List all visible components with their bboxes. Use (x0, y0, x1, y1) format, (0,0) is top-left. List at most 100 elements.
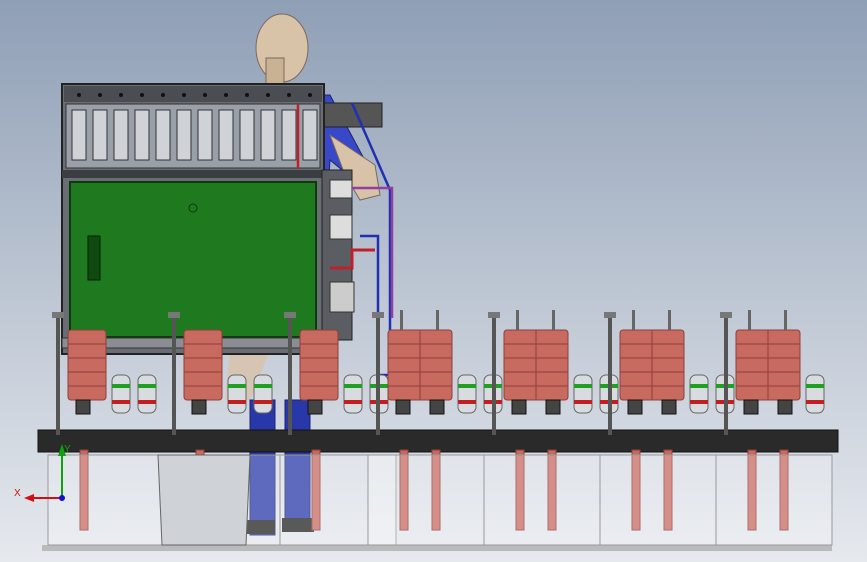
hose-purple (352, 186, 394, 318)
rivet-icon (224, 93, 228, 97)
drum-shaft (552, 310, 555, 330)
rivet-icon (203, 93, 207, 97)
terminal-block (71, 109, 87, 161)
rivet-icon (140, 93, 144, 97)
spindle-cap (720, 312, 732, 318)
collection-bin (483, 454, 601, 546)
cad-viewport[interactable]: X Y (0, 0, 867, 562)
collection-bin (367, 454, 485, 546)
base-line (42, 545, 832, 551)
y-axis-label: Y (64, 444, 71, 455)
cartridge (111, 374, 131, 414)
drum (183, 329, 223, 401)
spindle-rod (288, 315, 292, 435)
terminal-block (134, 109, 150, 161)
hub (627, 399, 643, 415)
cartridge (457, 374, 477, 414)
drum (67, 329, 107, 401)
collection-bin (47, 454, 165, 546)
spindle-rod (172, 315, 176, 435)
terminal-block (281, 109, 297, 161)
cartridge-band-red (458, 400, 476, 404)
hub (395, 399, 411, 415)
green-panel (69, 181, 317, 338)
rivet-icon (182, 93, 186, 97)
cartridge-band-green (138, 384, 156, 388)
cartridge-band-red (344, 400, 362, 404)
cartridge (343, 374, 363, 414)
hub (661, 399, 677, 415)
drum-shaft (748, 310, 751, 330)
cartridge-band-red (574, 400, 592, 404)
rivet-icon (98, 93, 102, 97)
drum-shaft (784, 310, 787, 330)
spindle-cap (168, 312, 180, 318)
rivet-icon (245, 93, 249, 97)
hose-blue (350, 102, 392, 330)
cartridge-band-red (138, 400, 156, 404)
cartridge-band-green (254, 384, 272, 388)
hub (307, 399, 323, 415)
rivet-icon (308, 93, 312, 97)
spindle-rod (608, 315, 612, 435)
cartridge-band-red (690, 400, 708, 404)
door-handle (87, 235, 101, 281)
collection-bowl (157, 454, 251, 546)
hub (511, 399, 527, 415)
drum-shaft (516, 310, 519, 330)
drum (299, 329, 339, 401)
terminal-block (239, 109, 255, 161)
spindle-cap (52, 312, 64, 318)
rivet-icon (266, 93, 270, 97)
station (599, 310, 735, 546)
cartridge-band-green (458, 384, 476, 388)
cartridge-band-red (254, 400, 272, 404)
spindle-rod (724, 315, 728, 435)
coordinate-triad: X Y (14, 444, 71, 502)
cartridge (253, 374, 273, 414)
drum-shaft (400, 310, 403, 330)
rivet-icon (77, 93, 81, 97)
hub (191, 399, 207, 415)
spindle-rod (492, 315, 496, 435)
drum-shaft (668, 310, 671, 330)
conveyor-rail (37, 429, 839, 453)
hub (75, 399, 91, 415)
cad-model: X Y (14, 13, 839, 551)
spindle-cap (372, 312, 384, 318)
x-axis-label: X (14, 488, 21, 499)
station (715, 310, 833, 546)
cartridge-band-red (112, 400, 130, 404)
terminal-block (176, 109, 192, 161)
rivet-icon (161, 93, 165, 97)
cartridge-band-green (344, 384, 362, 388)
spindle-rod (56, 315, 60, 435)
rivet-icon (119, 93, 123, 97)
cartridge (573, 374, 593, 414)
rivet-icon (287, 93, 291, 97)
cartridge (689, 374, 709, 414)
cartridge-band-red (228, 400, 246, 404)
collection-bin (599, 454, 717, 546)
terminal-block (113, 109, 129, 161)
station (367, 310, 503, 546)
terminal-block (302, 109, 318, 161)
collection-bin (715, 454, 833, 546)
station (483, 310, 619, 546)
drum-shaft (436, 310, 439, 330)
cartridge (137, 374, 157, 414)
cartridge (227, 374, 247, 414)
terminal-block (92, 109, 108, 161)
spindle-cap (604, 312, 616, 318)
hub (743, 399, 759, 415)
terminal-block (155, 109, 171, 161)
hub (545, 399, 561, 415)
spindle-cap (284, 312, 296, 318)
cartridge-band-green (112, 384, 130, 388)
cartridge (805, 374, 825, 414)
cartridge-band-green (806, 384, 824, 388)
cartridge-band-green (228, 384, 246, 388)
terminal-block (218, 109, 234, 161)
spindle-rod (376, 315, 380, 435)
cartridge-band-green (574, 384, 592, 388)
